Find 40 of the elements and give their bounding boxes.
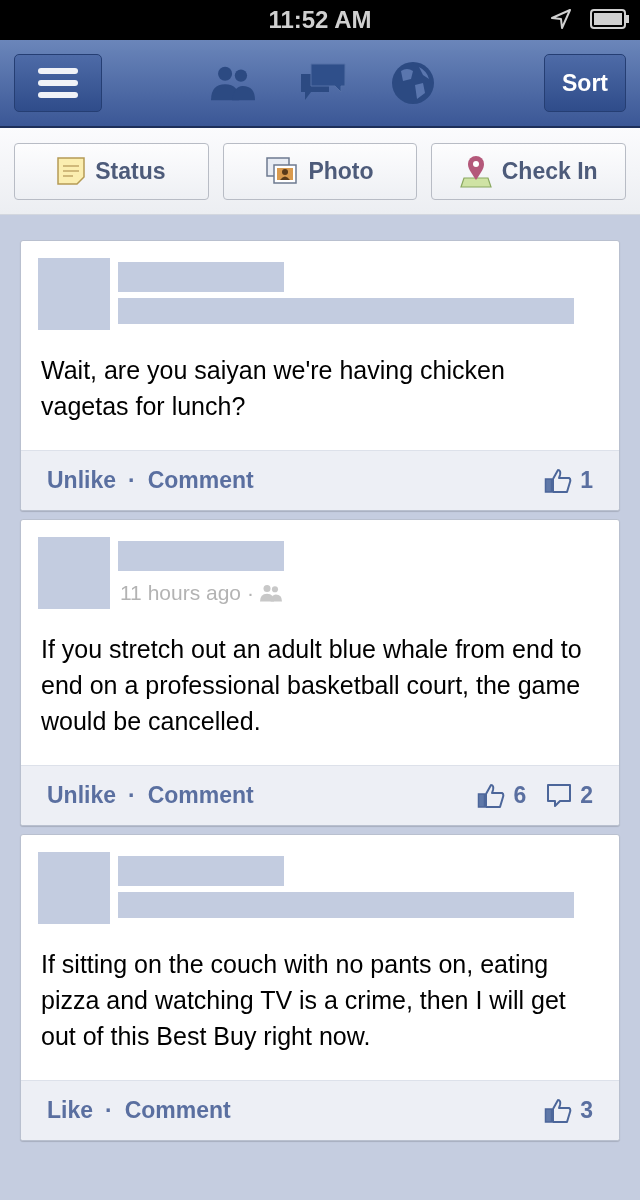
map-pin-icon xyxy=(459,154,492,188)
comment-link[interactable]: Comment xyxy=(147,778,254,813)
separator-dot: · xyxy=(128,466,136,496)
comment-link[interactable]: Comment xyxy=(124,1093,231,1128)
clock: 11:52 AM xyxy=(268,5,372,35)
battery-icon xyxy=(590,9,630,29)
globe-icon[interactable] xyxy=(391,61,435,105)
thumbs-up-icon xyxy=(477,782,506,809)
like-link[interactable]: Unlike xyxy=(47,463,117,498)
like-count: 6 xyxy=(513,781,527,811)
like-count: 1 xyxy=(580,466,593,496)
comment-icon xyxy=(546,782,573,809)
comment-count: 2 xyxy=(580,781,593,811)
comment-link[interactable]: Comment xyxy=(147,463,254,498)
audience-icon xyxy=(260,583,283,602)
photo-icon xyxy=(266,157,299,185)
menu-button[interactable] xyxy=(14,54,102,112)
thumbs-up-icon xyxy=(544,1097,573,1124)
separator-dot: · xyxy=(247,580,255,606)
post-text: If you stretch out an adult blue whale from end to end on a professional basketball court, the game would be cancelled. xyxy=(40,634,583,737)
avatar-placeholder xyxy=(38,258,110,330)
post-text: Wait, are you saiyan we're having chicken vagetas for lunch? xyxy=(40,355,506,422)
post-text: If sitting on the couch with no pants on, eating pizza and watching TV is a crime, then I will get out of this Best Buy right now. xyxy=(40,949,567,1052)
friends-icon[interactable] xyxy=(211,65,255,101)
separator-dot: · xyxy=(128,781,136,811)
composer-button[interactable]: Check In xyxy=(431,142,626,200)
like-link[interactable]: Like xyxy=(47,1093,94,1128)
timestamp: 11 hours ago xyxy=(120,580,242,606)
avatar-placeholder xyxy=(38,852,110,924)
composer-button[interactable]: Photo xyxy=(222,142,418,200)
thumbs-up-icon xyxy=(544,467,573,494)
composer-button[interactable]: Status xyxy=(14,142,209,200)
avatar-placeholder xyxy=(38,537,110,609)
like-link[interactable]: Unlike xyxy=(47,778,117,813)
like-count: 3 xyxy=(580,1096,593,1126)
sort-button[interactable]: Sort xyxy=(544,54,626,112)
menu-icon xyxy=(38,67,78,99)
separator-dot: · xyxy=(105,1096,113,1126)
note-icon xyxy=(57,157,86,185)
location-arrow-icon xyxy=(550,8,572,30)
